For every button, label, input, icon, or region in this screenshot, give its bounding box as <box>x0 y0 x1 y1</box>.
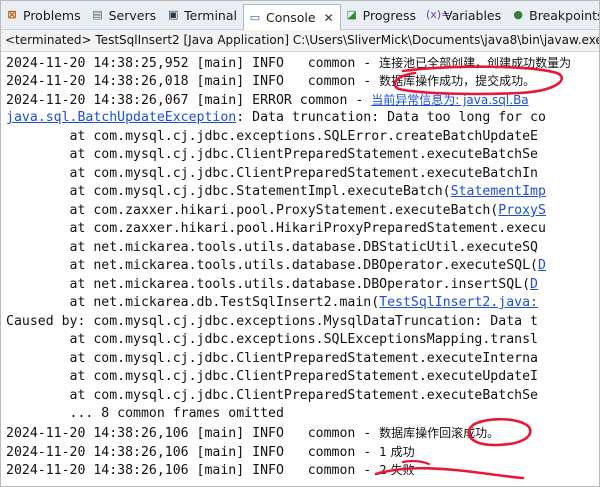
breakpoints-icon: ● <box>513 8 523 21</box>
stack-frame: at com.mysql.cj.jdbc.exceptions.SQLError… <box>6 129 538 144</box>
tab-problems[interactable]: ⊠ Problems <box>1 4 87 26</box>
source-link[interactable]: D <box>538 258 546 273</box>
stack-frame: at com.mysql.cj.jdbc.StatementImpl.execu… <box>6 184 546 199</box>
tab-servers[interactable]: ▤ Servers <box>87 4 163 26</box>
stack-frame: at com.mysql.cj.jdbc.ClientPreparedState… <box>6 147 538 162</box>
log-line: 2024-11-20 14:38:25,952 [main] INFO comm… <box>6 56 572 71</box>
close-icon[interactable]: ✕ <box>324 11 334 25</box>
exception-link[interactable]: 当前异常信息为: java.sql.Ba <box>371 93 528 107</box>
tab-variables[interactable]: (x)= Variables <box>422 4 507 26</box>
tab-label: Terminal <box>184 7 237 23</box>
tab-label: Servers <box>108 7 157 23</box>
source-link[interactable]: ProxyS <box>498 203 546 218</box>
terminal-icon: ▣ <box>167 8 179 21</box>
stack-frame: at com.mysql.cj.jdbc.ClientPreparedState… <box>6 166 538 181</box>
stack-frame: at net.mickarea.db.TestSqlInsert2.main(T… <box>6 295 538 310</box>
tab-label: Console <box>265 10 316 25</box>
frames-omitted: ... 8 common frames omitted <box>6 406 284 421</box>
console-icon: ▭ <box>249 10 261 24</box>
tab-label: Breakpoints <box>529 7 600 23</box>
exception-class-link[interactable]: java.sql.BatchUpdateException <box>6 110 236 125</box>
servers-icon: ▤ <box>92 8 103 21</box>
stack-frame: at net.mickarea.tools.utils.database.DBS… <box>6 240 538 255</box>
log-line: java.sql.BatchUpdateException: Data trun… <box>6 110 546 125</box>
tab-terminal[interactable]: ▣ Terminal <box>162 4 243 26</box>
tab-progress[interactable]: ◪ Progress <box>341 4 422 26</box>
tab-breakpoints[interactable]: ● Breakpoints <box>507 4 600 26</box>
console-view: ⊠ Problems ▤ Servers ▣ Terminal ▭ Consol… <box>0 0 600 487</box>
tab-label: Problems <box>23 7 81 23</box>
progress-icon: ◪ <box>346 8 357 21</box>
log-line: 2024-11-20 14:38:26,106 [main] INFO comm… <box>6 463 415 478</box>
stack-frame: at net.mickarea.tools.utils.database.DBO… <box>6 258 546 273</box>
launch-status-line: <terminated> TestSqlInsert2 [Java Applic… <box>1 30 599 52</box>
source-link[interactable]: D <box>530 277 538 292</box>
source-link[interactable]: TestSqlInsert2.java: <box>379 295 538 310</box>
stack-frame: at com.mysql.cj.jdbc.ClientPreparedState… <box>6 369 538 384</box>
problems-icon: ⊠ <box>7 8 17 21</box>
tab-label: Progress <box>362 7 417 23</box>
log-line: 2024-11-20 14:38:26,106 [main] INFO comm… <box>6 426 500 441</box>
stack-frame: at com.zaxxer.hikari.pool.HikariProxyPre… <box>6 221 546 236</box>
view-tab-bar: ⊠ Problems ▤ Servers ▣ Terminal ▭ Consol… <box>1 1 599 30</box>
stack-frame: at com.mysql.cj.jdbc.ClientPreparedState… <box>6 351 538 366</box>
caused-by-line: Caused by: com.mysql.cj.jdbc.exceptions.… <box>6 314 538 329</box>
source-link[interactable]: StatementImp <box>451 184 546 199</box>
log-line: 2024-11-20 14:38:26,067 [main] ERROR com… <box>6 93 529 108</box>
tab-label: Variables <box>444 7 502 23</box>
tab-console[interactable]: ▭ Console ✕ <box>242 4 341 30</box>
stack-frame: at com.zaxxer.hikari.pool.ProxyStatement… <box>6 203 546 218</box>
stack-frame: at com.mysql.cj.jdbc.ClientPreparedState… <box>6 388 538 403</box>
stack-frame: at com.mysql.cj.jdbc.exceptions.SQLExcep… <box>6 332 538 347</box>
log-line: 2024-11-20 14:38:26,018 [main] INFO comm… <box>6 74 536 89</box>
log-line: 2024-11-20 14:38:26,106 [main] INFO comm… <box>6 445 415 460</box>
stack-frame: at net.mickarea.tools.utils.database.DBO… <box>6 277 538 292</box>
variables-icon: (x)= <box>426 8 451 21</box>
console-output[interactable]: 2024-11-20 14:38:25,952 [main] INFO comm… <box>1 52 599 486</box>
